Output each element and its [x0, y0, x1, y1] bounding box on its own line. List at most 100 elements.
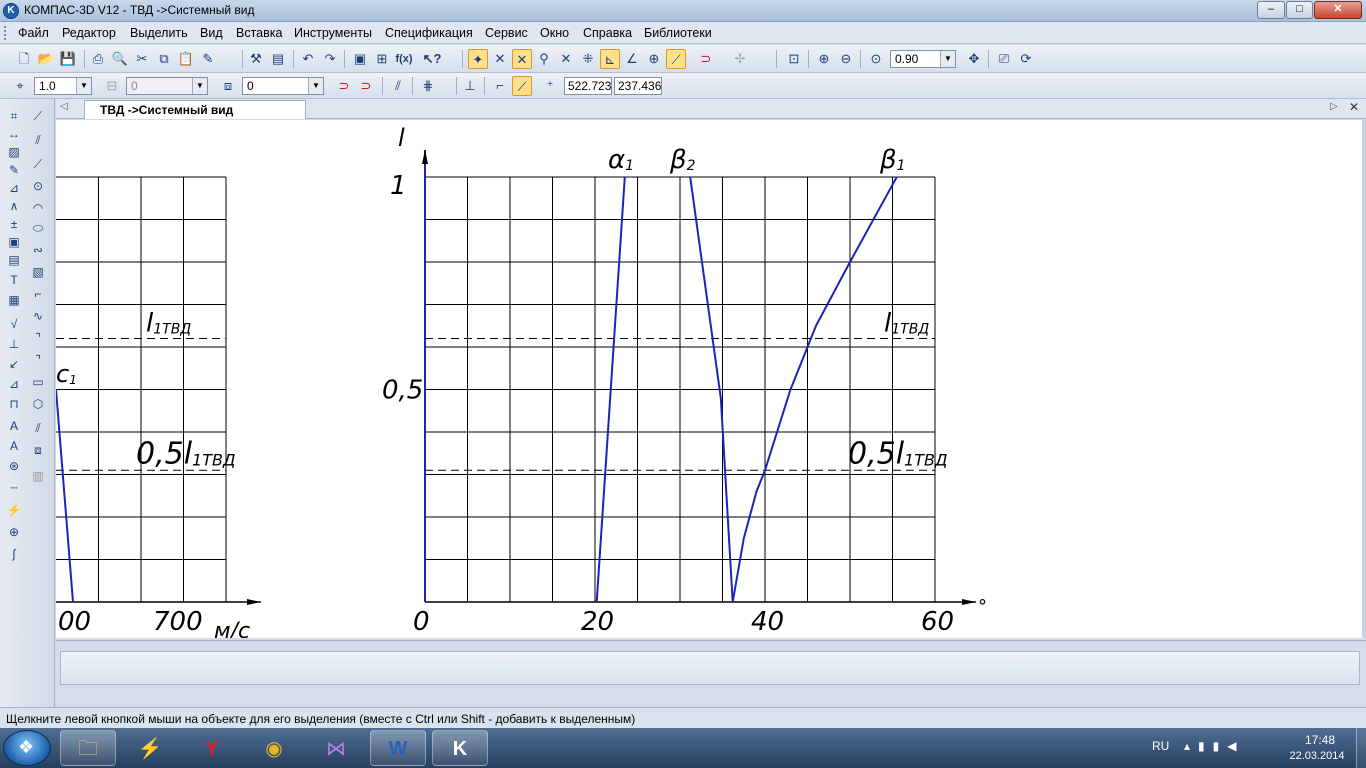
visual-studio-icon[interactable]: ⋈ [308, 730, 364, 766]
new-document-icon[interactable]: 🗋 [14, 49, 34, 69]
base-icon[interactable]: ⊥ [4, 335, 24, 353]
ortho-mode-icon[interactable]: ⌐ [490, 76, 510, 96]
paste-icon[interactable]: 📋 [176, 49, 196, 69]
redraw-icon[interactable]: ⟳ [1016, 49, 1036, 69]
snap-perpendicular-icon[interactable]: ⊾ [600, 49, 620, 69]
round-mode-icon[interactable]: ⟋ [512, 76, 532, 96]
word-icon[interactable]: W [370, 730, 426, 766]
step-cursor-icon[interactable]: ⌖ [10, 76, 30, 96]
table-icon[interactable]: ▦ [4, 291, 24, 309]
layer-magnet-icon[interactable]: ⊃ [334, 76, 354, 96]
redo-icon[interactable]: ↷ [320, 49, 340, 69]
menu-service[interactable]: Сервис [485, 26, 528, 40]
snap-center-icon[interactable]: ⚲ [534, 49, 554, 69]
minimize-button[interactable]: – [1257, 1, 1285, 19]
layer-magnet-off-icon[interactable]: ⊃ [356, 76, 376, 96]
menu-insert[interactable]: Вставка [236, 26, 282, 40]
cut-line-icon[interactable]: A [4, 417, 24, 435]
hatch-icon[interactable]: ▧ [28, 263, 48, 281]
coord-x-field[interactable]: 522.723 [564, 77, 612, 95]
coord-y-field[interactable]: 237.436 [614, 77, 662, 95]
menu-libraries[interactable]: Библиотеки [644, 26, 712, 40]
circle-icon[interactable]: ⊙ [28, 177, 48, 195]
help-icon[interactable]: ↖? [422, 49, 442, 69]
save-icon[interactable]: 💾 [58, 49, 78, 69]
winrar-icon[interactable]: ⚡ [122, 730, 178, 766]
tab-scroll-right-icon[interactable]: ▷ [1330, 101, 1338, 112]
close-button[interactable]: ✕ [1314, 1, 1362, 19]
list-icon[interactable]: ▤ [268, 49, 288, 69]
snap-tangent-icon[interactable]: ⊕ [644, 49, 664, 69]
clock-time[interactable]: 17:48 [1290, 733, 1350, 747]
drawing-canvas[interactable]: l1ТВД 0,5l1ТВД c1 00 700 м/с l1ТВД 0,5l1ТВД α1 β2… [56, 120, 1362, 638]
copy-icon[interactable]: ⧉ [154, 49, 174, 69]
aux-line-icon[interactable]: ⟋ [28, 155, 48, 173]
print-icon[interactable]: ⎙ [88, 49, 108, 69]
polygon-icon[interactable]: ⬡ [28, 395, 48, 413]
magnet-icon[interactable]: ⊃ [696, 49, 716, 69]
rectangle-icon[interactable]: ▭ [28, 373, 48, 391]
dimensions-icon[interactable]: ↔ [4, 125, 24, 143]
bezier-icon[interactable]: ∿ [28, 307, 48, 325]
chevron-down-icon[interactable]: ▼ [308, 78, 323, 94]
refresh-icon[interactable]: ⎚ [994, 49, 1014, 69]
manager-icon[interactable]: ▣ [350, 49, 370, 69]
menu-edit[interactable]: Редактор [62, 26, 116, 40]
clock-date[interactable]: 22.03.2014 [1284, 750, 1350, 762]
axis-icon[interactable]: A [4, 437, 24, 455]
start-button[interactable] [3, 730, 51, 766]
line-segment-icon[interactable]: ⟋ [28, 107, 48, 125]
tab-close-icon[interactable]: ✕ [1349, 100, 1359, 114]
chevron-down-icon[interactable]: ▼ [940, 51, 955, 67]
leader-icon[interactable]: ↙ [4, 355, 24, 373]
preview-icon[interactable]: 🔍 [110, 49, 130, 69]
chrome-icon[interactable]: ◉ [246, 730, 302, 766]
explorer-icon[interactable]: 🗀 [60, 730, 116, 766]
snap-nearest-icon[interactable]: ✕ [512, 49, 532, 69]
contour-icon[interactable]: ⫽ [28, 419, 48, 437]
vertical-scrollbar[interactable] [1362, 120, 1366, 638]
curve-icon[interactable]: ∫ [4, 545, 24, 563]
menu-select[interactable]: Выделить [130, 26, 188, 40]
chamfer-icon[interactable]: ⌝ [28, 329, 48, 347]
document-tab[interactable]: ТВД ->Системный вид [84, 100, 306, 119]
snap-angle-icon[interactable]: ✕ [556, 49, 576, 69]
lightning-icon[interactable]: ⚡ [4, 501, 24, 519]
symbols-icon[interactable]: ▨ [4, 143, 24, 161]
spline-icon[interactable]: ∾ [28, 241, 48, 259]
menu-tools[interactable]: Инструменты [294, 26, 372, 40]
menu-help[interactable]: Справка [583, 26, 632, 40]
show-desktop-button[interactable] [1356, 728, 1366, 768]
roughness-icon[interactable]: √ [4, 315, 24, 333]
menu-grip[interactable] [4, 26, 7, 40]
snap-parallel-icon[interactable]: ∠ [622, 49, 642, 69]
yandex-browser-icon[interactable]: Y [184, 730, 240, 766]
editing-icon[interactable]: ✎ [4, 161, 24, 179]
menu-specification[interactable]: Спецификация [385, 26, 473, 40]
step-combo[interactable]: 1.0 ▼ [34, 77, 92, 95]
parallel-line-icon[interactable]: ⫽ [28, 131, 48, 149]
tolerance-icon[interactable]: ⊛ [4, 457, 24, 475]
kompas-icon[interactable]: K [432, 730, 488, 766]
geometry-icon[interactable]: ⌗ [4, 107, 24, 125]
local-cs-icon[interactable]: ⊥ [460, 76, 480, 96]
select-icon[interactable]: ± [4, 215, 24, 233]
zoom-in-icon[interactable]: ⊕ [814, 49, 834, 69]
ellipse-icon[interactable]: ⬭ [28, 219, 48, 237]
assoc-views-icon[interactable]: ▣ [4, 233, 24, 251]
menu-view[interactable]: Вид [200, 26, 223, 40]
layer-icon[interactable]: ⧈ [218, 76, 238, 96]
snap-point-icon[interactable]: ⁜ [578, 49, 598, 69]
snap-grid-icon[interactable]: ✦ [468, 49, 488, 69]
format-painter-icon[interactable]: ✎ [198, 49, 218, 69]
point-icon[interactable]: ⊕ [4, 523, 24, 541]
tray-icons[interactable]: ▴▮▮◀ [1184, 739, 1244, 753]
language-indicator[interactable]: RU [1152, 739, 1169, 753]
spec-icon[interactable]: ▤ [4, 251, 24, 269]
menu-file[interactable]: Файл [18, 26, 49, 40]
position-icon[interactable]: ⊿ [4, 375, 24, 393]
chevron-down-icon[interactable]: ▼ [76, 78, 91, 94]
tab-scroll-left-icon[interactable]: ◁ [60, 101, 68, 112]
zoom-window-icon[interactable]: ⊡ [784, 49, 804, 69]
text-icon[interactable]: T [4, 271, 24, 289]
